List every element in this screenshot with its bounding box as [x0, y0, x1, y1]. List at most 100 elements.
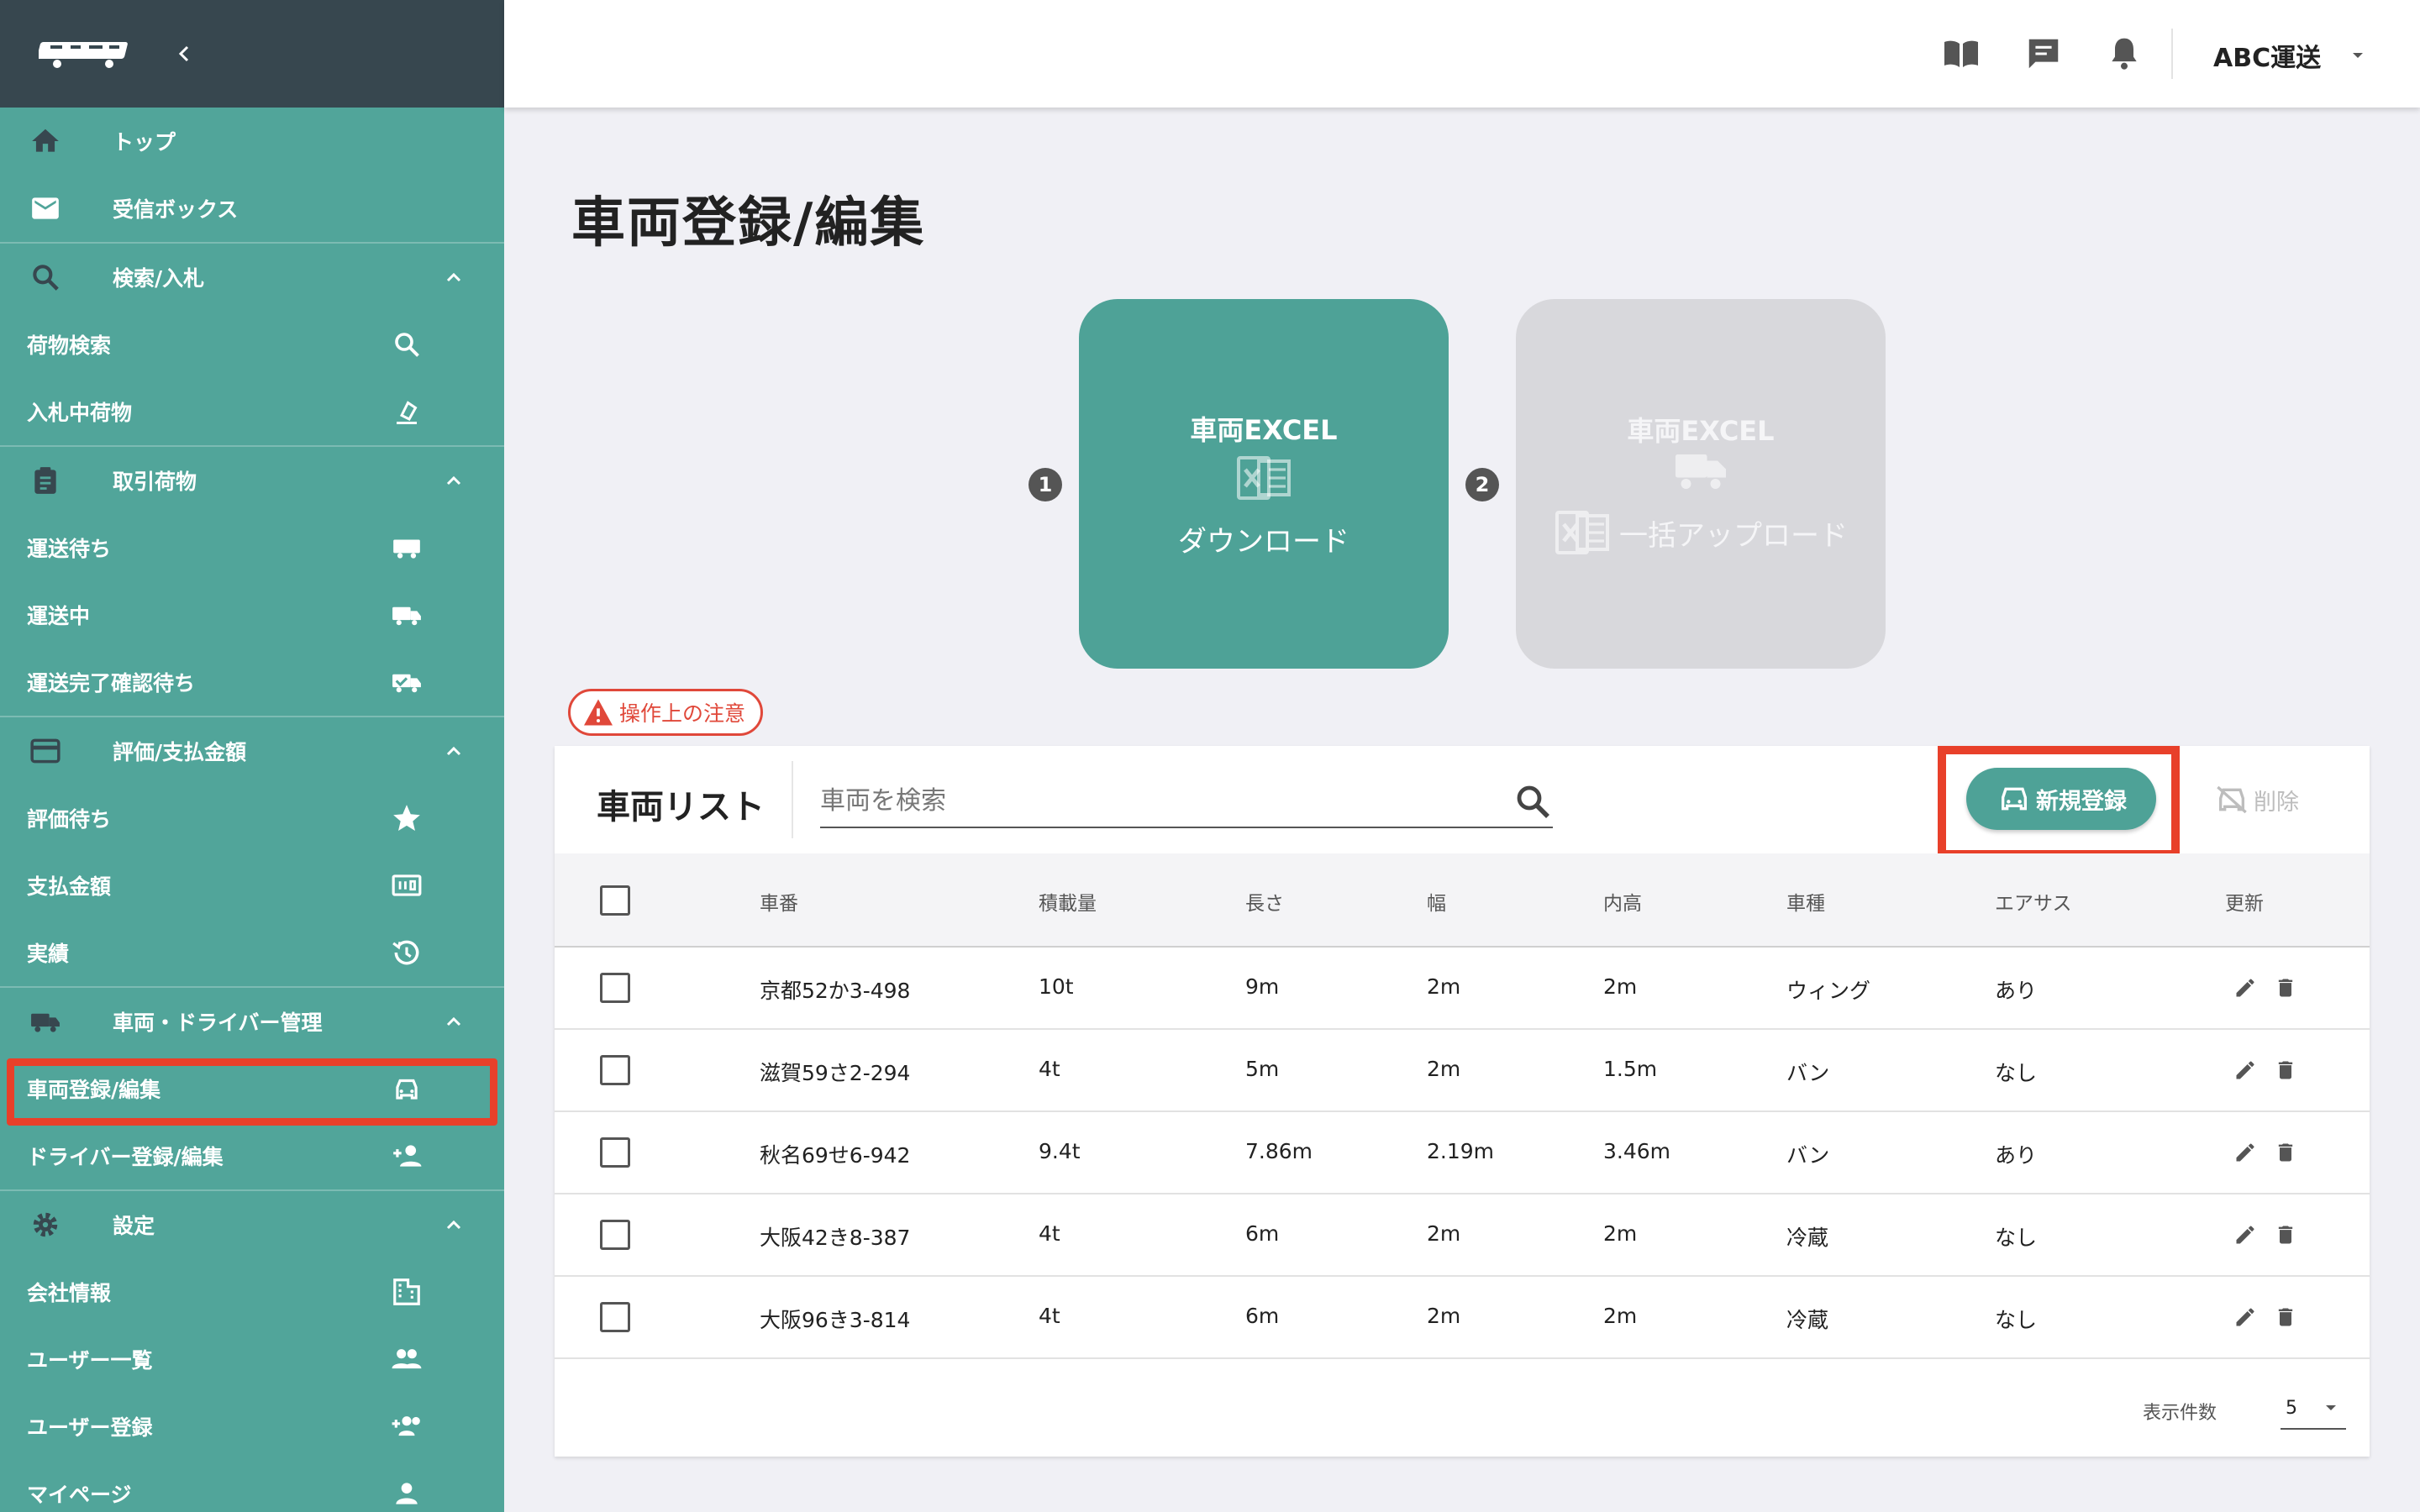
new-register-button[interactable]: 新規登録	[1966, 768, 2156, 830]
cell-height: 1.5m	[1603, 1057, 1658, 1081]
row-checkbox[interactable]	[600, 973, 630, 1003]
home-icon	[32, 129, 59, 152]
select-all-checkbox[interactable]	[600, 885, 630, 916]
account-menu[interactable]: ABC運送	[2213, 37, 2321, 74]
column-header[interactable]: 内高	[1603, 887, 1642, 916]
column-header[interactable]: 積載量	[1039, 887, 1097, 916]
column-header[interactable]: 車種	[1786, 887, 1825, 916]
rows-per-page-label: 表示件数	[2143, 1403, 2217, 1424]
column-header[interactable]: 長さ	[1245, 887, 1284, 916]
cell-capacity: 4t	[1039, 1304, 1060, 1328]
trash-button[interactable]	[2270, 1302, 2301, 1332]
edit-button[interactable]	[2230, 973, 2260, 1003]
trash-button[interactable]	[2270, 1055, 2301, 1085]
cell-height: 2m	[1603, 1304, 1638, 1328]
mail-icon	[32, 197, 59, 219]
trash-icon	[2278, 1143, 2293, 1162]
sidebar-group-vehicle[interactable]: 車両・ドライバー管理	[0, 988, 504, 1055]
edit-button[interactable]	[2230, 1302, 2260, 1332]
sidebar-item-waiting-transport[interactable]: 運送待ち	[0, 514, 504, 581]
search-icon[interactable]	[1512, 781, 1553, 822]
edit-button[interactable]	[2230, 1055, 2260, 1085]
truck-moving-icon	[392, 606, 421, 626]
card-label: ダウンロード	[1178, 524, 1349, 559]
sidebar-item-waiting-review[interactable]: 評価待ち	[0, 785, 504, 852]
sidebar-group-label: 取引荷物	[113, 470, 197, 494]
sidebar-item-in-transport[interactable]: 運送中	[0, 581, 504, 648]
sidebar-item-waiting-confirm[interactable]: 運送完了確認待ち	[0, 648, 504, 716]
vehicle-search	[820, 776, 1553, 828]
cell-air-suspension: あり	[1995, 1143, 2038, 1168]
sidebar-item-results[interactable]: 実績	[0, 919, 504, 986]
column-header[interactable]: エアサス	[1995, 887, 2072, 916]
notifications-button[interactable]	[2104, 34, 2144, 74]
row-checkbox[interactable]	[600, 1220, 630, 1250]
sidebar-item-label: マイページ	[27, 1483, 132, 1507]
sidebar-group-payment[interactable]: 評価/支払金額	[0, 717, 504, 785]
sidebar-group-label: 評価/支払金額	[113, 740, 247, 764]
trash-button[interactable]	[2270, 973, 2301, 1003]
trash-icon	[2278, 1226, 2293, 1244]
sidebar-group-search[interactable]: 検索/入札	[0, 244, 504, 311]
chevron-up-icon	[446, 746, 461, 756]
book-icon	[1944, 40, 1978, 67]
trash-button[interactable]	[2270, 1220, 2301, 1250]
chevron-up-icon	[446, 1016, 461, 1026]
cell-air-suspension: なし	[1995, 1308, 2038, 1332]
messages-button[interactable]	[2023, 34, 2064, 74]
topbar-divider	[2171, 29, 2173, 79]
row-checkbox[interactable]	[600, 1055, 630, 1085]
operation-caution-button[interactable]: 操作上の注意	[568, 689, 764, 736]
edit-button[interactable]	[2230, 1220, 2260, 1250]
sidebar-item-company-info[interactable]: 会社情報	[0, 1258, 504, 1326]
sidebar-item-inbox[interactable]: 受信ボックス	[0, 175, 504, 242]
excel-download-card[interactable]: 車両EXCEL ダウンロード	[1079, 299, 1449, 669]
sidebar-item-cargo-search[interactable]: 荷物検索	[0, 311, 504, 378]
cell-height: 2m	[1603, 1221, 1638, 1246]
trash-icon	[2278, 1061, 2293, 1079]
cell-length: 6m	[1245, 1304, 1280, 1328]
sidebar-item-top[interactable]: トップ	[0, 108, 504, 175]
cell-width: 2m	[1427, 1221, 1461, 1246]
pencil-icon	[2236, 1226, 2254, 1244]
page-title: 車両登録/編集	[571, 192, 926, 255]
excel-icon	[1555, 511, 1609, 554]
sidebar-item-user-list[interactable]: ユーザー一覧	[0, 1326, 504, 1393]
sidebar-item-my-page[interactable]: マイページ	[0, 1460, 504, 1512]
bell-icon	[2112, 38, 2137, 70]
chat-icon	[2028, 39, 2059, 69]
chevron-up-icon	[446, 1220, 461, 1230]
manual-button[interactable]	[1941, 34, 1981, 74]
sidebar-item-bidding-cargo[interactable]: 入札中荷物	[0, 378, 504, 445]
sidebar-group-label: 設定	[113, 1214, 155, 1238]
sidebar-group-settings[interactable]: 設定	[0, 1191, 504, 1258]
sidebar-item-label: 受信ボックス	[113, 197, 239, 222]
credit-card-icon	[30, 738, 60, 764]
sidebar-item-label: 車両登録/編集	[27, 1078, 161, 1102]
person-icon	[396, 1483, 418, 1504]
cell-air-suspension: なし	[1995, 1061, 2038, 1085]
search-input[interactable]	[820, 776, 1492, 825]
new-register-label: 新規登録	[2036, 788, 2127, 815]
app-logo[interactable]	[39, 37, 136, 71]
collapse-sidebar-button[interactable]	[168, 37, 202, 71]
sidebar-item-label: 入札中荷物	[27, 401, 133, 425]
delete-button[interactable]: 削除	[2213, 776, 2299, 823]
row-checkbox[interactable]	[600, 1302, 630, 1332]
trash-button[interactable]	[2270, 1137, 2301, 1168]
sidebar-item-driver-register[interactable]: ドライバー登録/編集	[0, 1122, 504, 1189]
sidebar-item-user-register[interactable]: ユーザー登録	[0, 1393, 504, 1460]
edit-button[interactable]	[2230, 1137, 2260, 1168]
row-checkbox[interactable]	[600, 1137, 630, 1168]
caret-down-icon[interactable]	[2348, 45, 2368, 66]
pencil-icon	[2236, 979, 2254, 997]
sidebar-group-trade[interactable]: 取引荷物	[0, 447, 504, 514]
pencil-icon	[2236, 1308, 2254, 1326]
sidebar-item-payment-amount[interactable]: 支払金額	[0, 852, 504, 919]
sidebar-item-vehicle-register[interactable]: 車両登録/編集	[0, 1055, 504, 1126]
column-header[interactable]: 幅	[1427, 887, 1446, 916]
sidebar-item-label: ユーザー登録	[27, 1415, 153, 1440]
column-header[interactable]: 車番	[760, 887, 798, 916]
building-icon	[393, 1278, 420, 1305]
rows-per-page-select[interactable]: 5	[2281, 1386, 2346, 1430]
